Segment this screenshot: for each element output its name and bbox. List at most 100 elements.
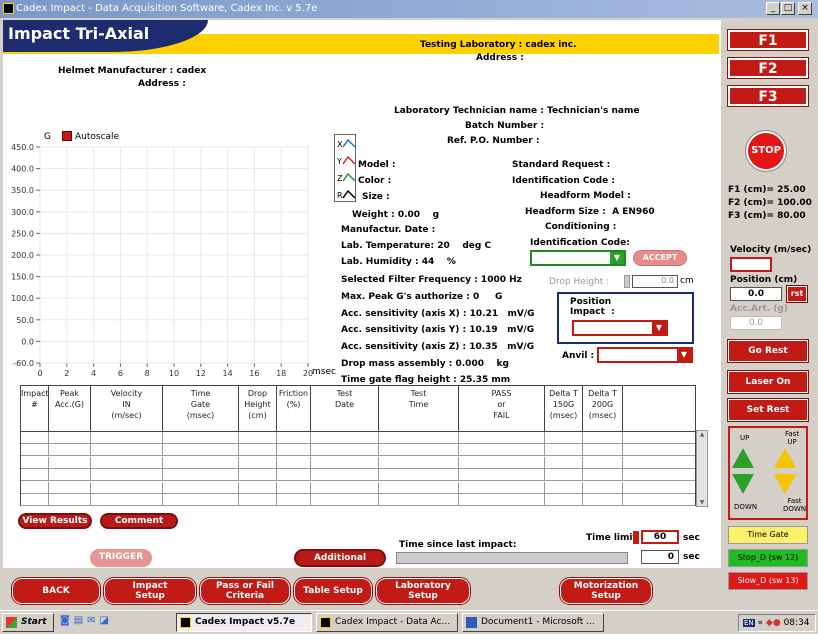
- table-setup-button[interactable]: Table Setup: [293, 577, 373, 605]
- table-cell-divider: [238, 481, 239, 494]
- scroll-down-icon[interactable]: ▼: [697, 499, 707, 506]
- reset-position-button[interactable]: rst: [786, 285, 808, 303]
- table-cell-divider: [378, 432, 379, 444]
- legend-z: Z: [337, 174, 343, 183]
- legend-r-line: [342, 189, 356, 199]
- table-cell-divider: [162, 432, 163, 444]
- stop-button[interactable]: STOP: [745, 130, 787, 172]
- time-limit-stepper[interactable]: [633, 531, 639, 544]
- quick-launch-icons[interactable]: ◙▤✉◪: [60, 615, 130, 631]
- table-cell-divider: [458, 456, 459, 469]
- table-cell-divider: [276, 432, 277, 444]
- fast-down-arrow-icon[interactable]: [774, 474, 796, 494]
- table-cell-divider: [458, 444, 459, 457]
- identification-code-select[interactable]: ▼: [530, 250, 626, 266]
- acc-sensitivity-z: Acc. sensitivity (axis Z) : 10.35 mV/G: [341, 342, 535, 352]
- table-cell-divider: [458, 494, 459, 506]
- comment-button[interactable]: Comment: [100, 513, 178, 529]
- table-header-cell: Velocity IN (m/sec): [91, 386, 163, 431]
- table-row[interactable]: [21, 481, 695, 494]
- pass-fail-criteria-button[interactable]: Pass or Fail Criteria: [199, 577, 291, 605]
- table-cell-divider: [378, 456, 379, 469]
- time-limit-input[interactable]: 60: [641, 530, 679, 544]
- maximize-button[interactable]: □: [781, 2, 795, 15]
- taskbar-item-word[interactable]: Document1 - Microsoft ...: [462, 613, 604, 632]
- table-row[interactable]: [21, 469, 695, 482]
- table-cell-divider: [276, 481, 277, 494]
- time-limit-label: Time limit: [586, 533, 637, 543]
- y-tick-label: 450.0: [11, 143, 34, 152]
- additional-impact-button[interactable]: Additional impact: [294, 549, 386, 577]
- conditioning-label: Conditioning :: [545, 222, 617, 232]
- acceleration-chart: 0 2 4 6 8 10 12 14 16 18 20450.0400.0350.0300.0250…: [11, 143, 313, 378]
- motorization-setup-button[interactable]: Motorization Setup: [559, 577, 653, 605]
- fast-up-arrow-icon[interactable]: [774, 448, 796, 468]
- language-indicator[interactable]: EN: [743, 619, 755, 627]
- table-cell-divider: [582, 456, 583, 469]
- table-header-cell: Friction (%): [277, 386, 311, 431]
- back-button[interactable]: BACK: [11, 577, 101, 605]
- legend-x: X: [337, 140, 343, 149]
- f3-cm: F3 (cm)= 80.00: [728, 211, 806, 221]
- drop-height-input[interactable]: 0.0: [632, 275, 678, 288]
- f2-button[interactable]: F2: [727, 57, 809, 79]
- fast-up-label: Fast UP: [785, 430, 800, 446]
- up-arrow-icon[interactable]: [732, 448, 754, 468]
- table-cell-divider: [622, 456, 623, 469]
- table-row[interactable]: [21, 432, 695, 444]
- acc-sensitivity-y: Acc. sensitivity (axis Y) : 10.19 mV/G: [341, 325, 535, 335]
- drop-height-stepper[interactable]: [624, 275, 630, 288]
- table-row[interactable]: [21, 494, 695, 506]
- anvil-select[interactable]: ▼: [597, 347, 693, 363]
- close-button[interactable]: ×: [798, 2, 812, 15]
- position-impact-select[interactable]: ▼: [572, 320, 668, 336]
- acc-sensitivity-x: Acc. sensitivity (axis X) : 10.21 mV/G: [341, 309, 535, 319]
- filter-frequency: Selected Filter Frequency : 1000 Hz: [341, 275, 522, 285]
- f1-button[interactable]: F1: [727, 29, 809, 51]
- down-arrow-icon[interactable]: [732, 474, 754, 494]
- table-cell-divider: [162, 456, 163, 469]
- taskbar-item-cadex[interactable]: Cadex Impact - Data Ac...: [316, 613, 458, 632]
- position-impact-label: Position Impact :: [570, 297, 615, 317]
- y-tick-label: 300.0: [11, 208, 34, 217]
- start-button[interactable]: Start: [2, 613, 54, 632]
- go-rest-button[interactable]: Go Rest: [727, 339, 809, 363]
- laboratory-setup-button[interactable]: Laboratory Setup: [375, 577, 471, 605]
- table-cell-divider: [310, 481, 311, 494]
- windows-logo-icon: [6, 617, 17, 628]
- f3-button[interactable]: F3: [727, 85, 809, 107]
- table-cell-divider: [48, 481, 49, 494]
- table-cell-divider: [238, 494, 239, 506]
- y-tick-label: 50.0: [16, 316, 34, 325]
- table-cell-divider: [238, 456, 239, 469]
- table-cell-divider: [582, 469, 583, 482]
- scroll-up-icon[interactable]: ▲: [697, 431, 707, 438]
- taskbar-item-cadex-active[interactable]: Cadex Impact v5.7e: [176, 613, 312, 632]
- table-cell-divider: [544, 456, 545, 469]
- cadex-icon: [180, 617, 191, 628]
- position-label: Position (cm): [730, 275, 798, 285]
- table-cell-divider: [582, 444, 583, 457]
- time-gate-indicator: Time Gate: [728, 526, 808, 544]
- table-cell-divider: [238, 432, 239, 444]
- set-rest-button[interactable]: Set Rest: [727, 398, 809, 422]
- table-header-cell: Peak Acc.(G): [49, 386, 91, 431]
- table-cell-divider: [276, 494, 277, 506]
- legend-z-line: [342, 172, 356, 182]
- view-results-button[interactable]: View Results: [18, 513, 92, 529]
- impact-setup-button[interactable]: Impact Setup: [103, 577, 197, 605]
- minimize-button[interactable]: _: [766, 2, 780, 15]
- laser-on-button[interactable]: Laser On: [727, 370, 809, 394]
- identification-code-label: Identification Code :: [512, 176, 615, 186]
- accept-button[interactable]: ACCEPT: [633, 250, 687, 266]
- table-header-cell: [623, 386, 695, 431]
- table-cell-divider: [310, 469, 311, 482]
- table-scrollbar[interactable]: ▲ ▼: [696, 430, 708, 507]
- table-row[interactable]: [21, 444, 695, 457]
- trigger-button[interactable]: TRIGGER: [90, 549, 152, 567]
- table-cell-divider: [378, 494, 379, 506]
- table-cell-divider: [458, 481, 459, 494]
- tray-icons[interactable]: ◆●: [766, 618, 781, 628]
- table-row[interactable]: [21, 456, 695, 469]
- table-header-cell: Drop Height (cm): [239, 386, 277, 431]
